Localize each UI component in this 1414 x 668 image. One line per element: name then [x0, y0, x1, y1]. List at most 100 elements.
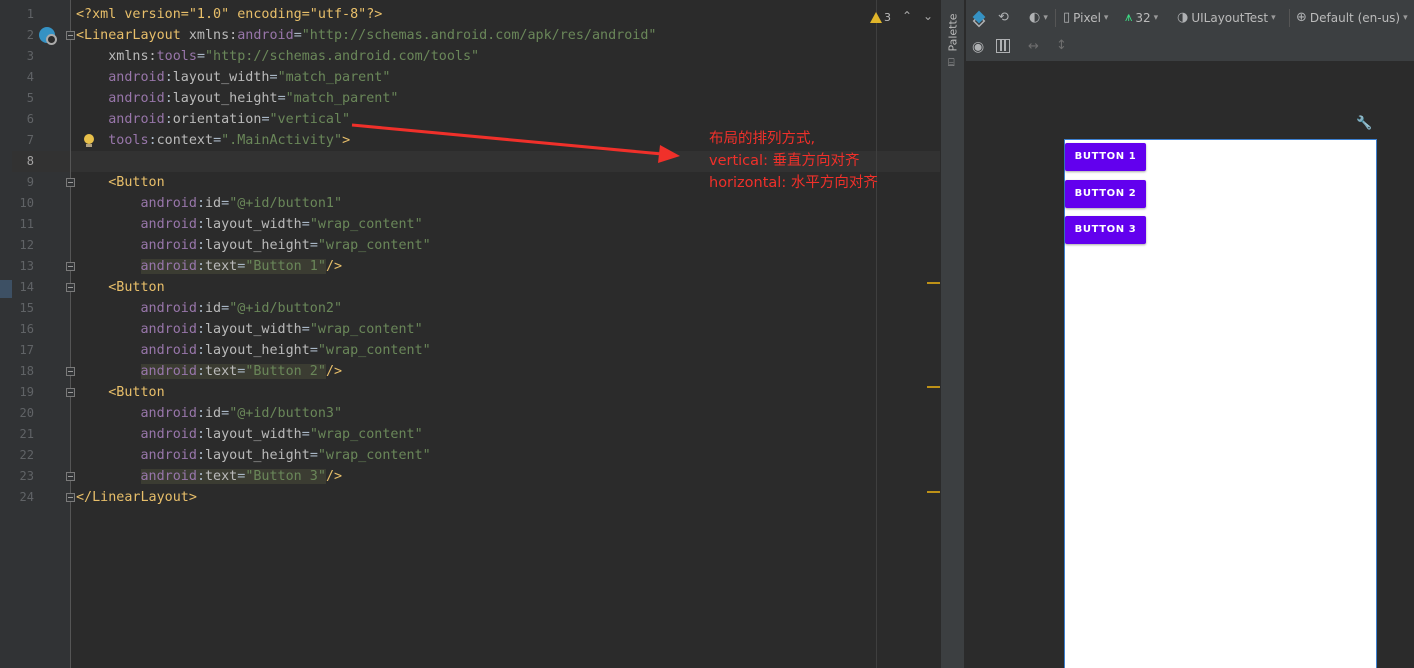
activity-gutter-icon[interactable]: [39, 27, 57, 45]
equals: =: [221, 301, 230, 316]
attr-namespace: android: [140, 406, 197, 421]
vertical-resize-icon: ↕: [1056, 38, 1067, 53]
chevron-up-icon[interactable]: ⌃: [900, 9, 914, 23]
attr-value: "wrap_content": [317, 343, 431, 358]
line-number: 4: [26, 70, 34, 84]
fold-toggle-icon[interactable]: [66, 367, 75, 376]
equals: =: [301, 322, 310, 337]
xml-declaration: <?xml version="1.0" encoding="utf-8"?>: [76, 7, 383, 22]
attr-namespace: android: [140, 196, 197, 211]
preview-button-2[interactable]: BUTTON 2: [1065, 180, 1146, 208]
code-line: android:layout_height="wrap_content": [76, 445, 431, 466]
api-level-selector[interactable]: ⩚ 32 ▾: [1125, 9, 1158, 27]
colon: :: [196, 217, 205, 232]
attr-name: id: [205, 406, 222, 421]
device-selector[interactable]: ▯ Pixel ▾: [1063, 9, 1108, 27]
device-label: Pixel: [1073, 11, 1101, 25]
preview-button-1[interactable]: BUTTON 1: [1065, 143, 1146, 171]
colon: :: [196, 259, 205, 274]
palette-label: Palette: [946, 13, 960, 52]
equals: =: [221, 406, 230, 421]
scrollbar-warning-marker[interactable]: [927, 282, 940, 284]
line-number: 5: [26, 91, 34, 105]
attr-value: "wrap_content": [317, 238, 431, 253]
warning-indicator[interactable]: 3: [870, 9, 891, 25]
orientation-button[interactable]: ⟲: [998, 9, 1009, 27]
attr-namespace: android: [140, 259, 197, 274]
attr-name: layout_height: [205, 448, 310, 463]
equals: =: [196, 49, 205, 64]
chevron-down-icon: ▾: [1153, 13, 1159, 23]
warning-icon: [870, 11, 882, 23]
locale-label: Default (en-us): [1309, 11, 1401, 25]
attr-value: "@+id/button2": [229, 301, 343, 316]
fold-toggle-icon[interactable]: [66, 493, 75, 502]
line-number: 24: [19, 490, 34, 504]
design-surface-icon[interactable]: [971, 10, 989, 28]
theme-selector[interactable]: ◑ UILayoutTest ▾: [1177, 9, 1276, 27]
eye-icon[interactable]: ◉: [972, 40, 988, 54]
equals: =: [261, 112, 270, 127]
code-line: android:layout_width="wrap_content": [76, 319, 423, 340]
scrollbar-warning-marker[interactable]: [927, 491, 940, 493]
colon: :: [196, 343, 205, 358]
fold-toggle-icon[interactable]: [66, 472, 75, 481]
code-line: tools:context=".MainActivity">: [76, 130, 350, 151]
split-view-icon[interactable]: [996, 39, 1010, 53]
attr-name: layout_width: [172, 70, 270, 85]
line-number: 6: [26, 112, 34, 126]
code-line: android:layout_width="wrap_content": [76, 214, 423, 235]
tag-close: >: [342, 133, 351, 148]
line-number: 13: [19, 259, 34, 273]
code-line: android:id="@+id/button1": [76, 193, 343, 214]
toolbar-separator: [1055, 9, 1056, 27]
annotation-text: 布局的排列方式,: [709, 131, 816, 147]
scrollbar-warning-marker[interactable]: [927, 386, 940, 388]
code-line: <Button: [76, 382, 164, 403]
phone-icon: ▯: [1063, 10, 1071, 25]
line-number: 23: [19, 469, 34, 483]
chevron-down-icon[interactable]: ⌄: [921, 9, 935, 23]
line-number: 16: [19, 322, 34, 336]
code-line: </LinearLayout>: [76, 487, 197, 508]
palette-tab[interactable]: Palette: [946, 12, 962, 60]
equals: =: [277, 91, 286, 106]
line-number: 18: [19, 364, 34, 378]
fold-toggle-icon[interactable]: [66, 178, 75, 187]
colon: :: [164, 112, 173, 127]
attr-namespace: android: [140, 343, 197, 358]
equals: =: [309, 238, 318, 253]
line-number: 9: [26, 175, 34, 189]
attr-value: "@+id/button1": [229, 196, 343, 211]
chevron-down-icon: ▾: [1271, 13, 1276, 23]
code-line: android:id="@+id/button2": [76, 298, 343, 319]
fold-toggle-icon[interactable]: [66, 388, 75, 397]
attr-value: "@+id/button3": [229, 406, 343, 421]
selection-marker: [0, 280, 12, 298]
fold-toggle-icon[interactable]: [66, 283, 75, 292]
preview-button-3[interactable]: BUTTON 3: [1065, 216, 1146, 244]
attr-namespace: android: [140, 448, 197, 463]
line-number: 12: [19, 238, 34, 252]
attr-value: "Button 2": [245, 364, 326, 379]
code-line: xmlns:tools="http://schemas.android.com/…: [76, 46, 479, 67]
android-icon: ⩚: [1125, 10, 1133, 25]
chevron-down-icon: ▾: [1043, 13, 1048, 23]
attr-value: "wrap_content": [309, 217, 423, 232]
fold-toggle-icon[interactable]: [66, 262, 75, 271]
code-line: <?xml version="1.0" encoding="utf-8"?>: [76, 4, 382, 25]
rotate-icon: ⟲: [998, 10, 1009, 25]
colon: :: [196, 322, 205, 337]
attr-name: layout_height: [205, 343, 310, 358]
attr-value: "match_parent": [277, 70, 391, 85]
night-mode-button[interactable]: ◐ ▾: [1029, 9, 1048, 27]
tag-close: />: [325, 364, 343, 379]
fold-toggle-icon[interactable]: [66, 31, 75, 40]
colon: :: [196, 238, 205, 253]
palette-icon[interactable]: ⌸: [948, 57, 960, 69]
attr-value: "wrap_content": [309, 322, 423, 337]
wrench-icon[interactable]: 🔧: [1356, 116, 1372, 131]
code-line: android:layout_height="wrap_content": [76, 235, 431, 256]
locale-selector[interactable]: ⊕ Default (en-us) ▾: [1296, 9, 1408, 27]
tag-open: <Button: [108, 280, 165, 295]
